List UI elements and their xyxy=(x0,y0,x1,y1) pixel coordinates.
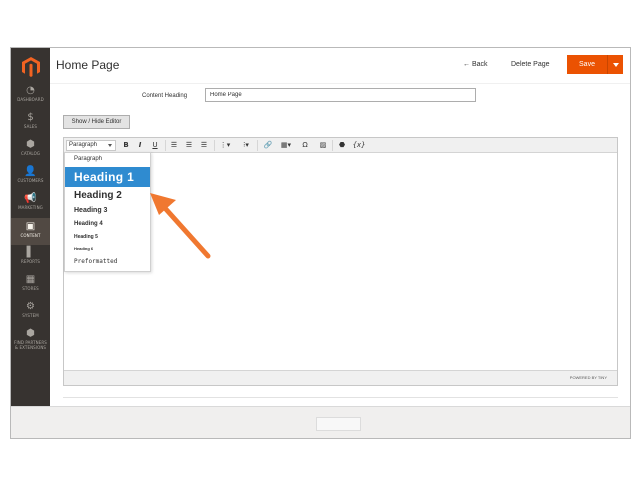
format-option-heading-2[interactable]: Heading 2 xyxy=(65,190,150,201)
sidebar-item-label: DASHBOARD xyxy=(17,97,44,102)
store-icon: ▦ xyxy=(25,274,36,285)
gear-icon: ⚙ xyxy=(26,301,35,312)
toolbar-divider xyxy=(257,140,258,151)
box-icon: ⬢ xyxy=(26,328,35,339)
sidebar-item-label: STORES xyxy=(22,286,39,291)
editor-statusbar: POWERED BY TINY xyxy=(64,370,617,385)
sidebar-item-label: CONTENT xyxy=(20,233,41,238)
align-right-icon[interactable]: ☰ xyxy=(198,139,210,152)
content-heading-input[interactable] xyxy=(205,88,476,102)
header-divider xyxy=(50,83,630,84)
layout-icon: ▣ xyxy=(25,221,36,232)
format-option-heading-5[interactable]: Heading 5 xyxy=(65,234,150,240)
sidebar-item-label: MARKETING xyxy=(18,205,43,210)
arrow-left-icon: ← xyxy=(463,61,470,68)
insert-variable-icon[interactable]: {x} xyxy=(352,139,366,152)
sidebar-item-stores[interactable]: ▦ STORES xyxy=(11,273,50,299)
toolbar-divider xyxy=(165,140,166,151)
magento-logo-icon[interactable] xyxy=(21,56,41,78)
sidebar-item-marketing[interactable]: 📢 MARKETING xyxy=(11,192,50,218)
toolbar-divider xyxy=(214,140,215,151)
page-footer xyxy=(11,406,630,438)
format-select[interactable]: Paragraph xyxy=(66,140,116,151)
format-option-heading-6[interactable]: Heading 6 xyxy=(65,246,150,251)
format-dropdown-menu: Paragraph Heading 1 Heading 2 Heading 3 … xyxy=(64,152,151,272)
powered-by-label: POWERED BY TINY xyxy=(569,375,607,380)
widget-icon[interactable]: ⬣ xyxy=(336,139,348,152)
sidebar-item-dashboard[interactable]: ◔ DASHBOARD xyxy=(11,84,50,110)
sidebar-item-find-partners[interactable]: ⬢ FIND PARTNERS & EXTENSIONS xyxy=(11,327,50,359)
show-hide-editor-button[interactable]: Show / Hide Editor xyxy=(63,115,130,129)
save-button[interactable]: Save xyxy=(567,55,607,74)
sidebar-item-label: FIND PARTNERS & EXTENSIONS xyxy=(14,340,47,350)
content-divider xyxy=(63,397,618,398)
content-heading-label: Content Heading xyxy=(142,93,188,99)
format-option-heading-4[interactable]: Heading 4 xyxy=(65,221,150,227)
editor-toolbar: Paragraph B I U ☰ ☰ ☰ ⋮▾ ⁝▾ 🔗 ▦▾ Ω ▨ ⬣ {… xyxy=(64,138,617,153)
delete-page-button[interactable]: Delete Page xyxy=(511,61,550,68)
dashboard-icon: ◔ xyxy=(26,85,35,96)
format-option-paragraph[interactable]: Paragraph xyxy=(65,156,150,162)
sidebar-item-sales[interactable]: $ SALES xyxy=(11,111,50,137)
format-select-value: Paragraph xyxy=(69,142,98,148)
table-icon[interactable]: ▦▾ xyxy=(278,139,294,152)
back-label: Back xyxy=(471,61,488,68)
special-character-icon[interactable]: Ω xyxy=(299,139,311,152)
link-icon[interactable]: 🔗 xyxy=(262,139,274,152)
dollar-icon: $ xyxy=(27,112,34,123)
chevron-down-icon xyxy=(108,144,112,147)
sidebar-item-system[interactable]: ⚙ SYSTEM xyxy=(11,300,50,326)
save-options-chevron-down-icon[interactable] xyxy=(607,55,623,74)
format-option-heading-3[interactable]: Heading 3 xyxy=(65,207,150,214)
sidebar-item-label: REPORTS xyxy=(20,259,41,264)
bold-button[interactable]: B xyxy=(121,139,131,152)
sidebar-item-content[interactable]: ▣ CONTENT xyxy=(11,218,50,245)
footer-button[interactable] xyxy=(316,417,361,431)
page-title: Home Page xyxy=(56,58,120,72)
sidebar-item-customers[interactable]: 👤 CUSTOMERS xyxy=(11,165,50,191)
format-option-preformatted[interactable]: Preformatted xyxy=(65,258,150,265)
sidebar-item-label: SALES xyxy=(23,124,38,129)
megaphone-icon: 📢 xyxy=(24,193,37,204)
app-window: ◔ DASHBOARD $ SALES ⬢ CATALOG 👤 CUSTOMER… xyxy=(10,47,631,439)
sidebar-item-label: CUSTOMERS xyxy=(17,178,44,183)
italic-button[interactable]: I xyxy=(135,139,145,152)
sidebar-item-label: CATALOG xyxy=(20,151,41,156)
format-option-heading-1[interactable]: Heading 1 xyxy=(65,167,150,187)
underline-button[interactable]: U xyxy=(150,139,160,152)
bar-chart-icon: ▌ xyxy=(26,247,35,258)
toolbar-divider xyxy=(332,140,333,151)
sidebar-item-reports[interactable]: ▌ REPORTS xyxy=(11,246,50,272)
align-left-icon[interactable]: ☰ xyxy=(168,139,180,152)
back-button[interactable]: ← Back xyxy=(463,61,488,68)
admin-sidebar: ◔ DASHBOARD $ SALES ⬢ CATALOG 👤 CUSTOMER… xyxy=(11,48,50,406)
align-center-icon[interactable]: ☰ xyxy=(183,139,195,152)
numbered-list-icon[interactable]: ⁝▾ xyxy=(238,139,254,152)
image-icon[interactable]: ▨ xyxy=(317,139,329,152)
cube-icon: ⬢ xyxy=(26,139,35,150)
person-icon: 👤 xyxy=(24,166,37,177)
bullet-list-icon[interactable]: ⋮▾ xyxy=(217,139,233,152)
sidebar-item-label: SYSTEM xyxy=(22,313,39,318)
sidebar-item-catalog[interactable]: ⬢ CATALOG xyxy=(11,138,50,164)
